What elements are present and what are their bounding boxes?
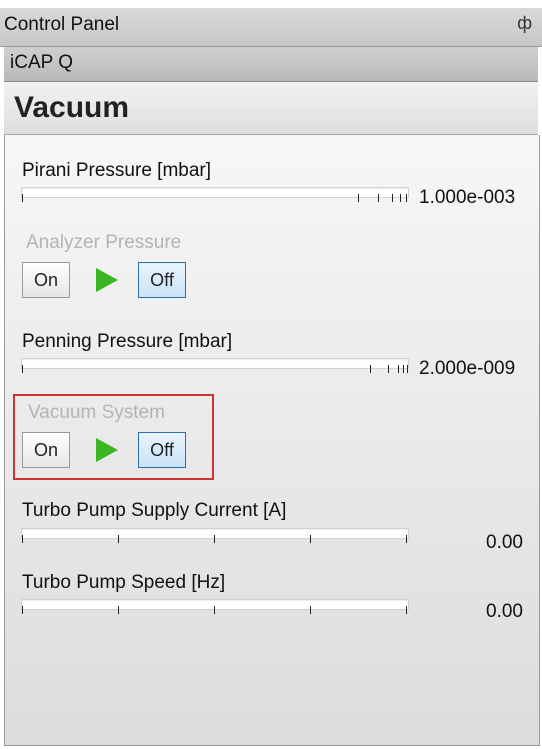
turbo-speed-label: Turbo Pump Speed [Hz] [22, 572, 226, 593]
turbo-current-value: 0.00 [486, 532, 523, 553]
gauge-tick [406, 194, 407, 202]
gauge-tick [400, 194, 401, 202]
penning-pressure-value: 2.000e-009 [419, 358, 516, 379]
gauge-tick [214, 606, 215, 614]
pirani-pressure-label: Pirani Pressure [mbar] [22, 160, 212, 181]
pirani-pressure-value: 1.000e-003 [419, 187, 516, 208]
vacuum-system-off-button[interactable]: Off [138, 432, 186, 468]
gauge-tick [22, 606, 23, 614]
gauge-tick [388, 365, 389, 373]
gauge-tick [214, 535, 215, 543]
gauge-tick [22, 194, 23, 202]
gauge-tick [118, 535, 119, 543]
gauge-tick [118, 606, 119, 614]
gauge-tick [370, 365, 371, 373]
turbo-speed-gauge [21, 599, 409, 614]
control-panel: Control Panel ф iCAP Q Vacuum Pirani Pre… [0, 0, 542, 749]
turbo-speed-value: 0.00 [486, 601, 523, 622]
turbo-current-label: Turbo Pump Supply Current [A] [22, 500, 287, 521]
pin-icon[interactable]: ф [517, 13, 532, 34]
play-arrow-icon [96, 438, 118, 462]
analyzer-off-button[interactable]: Off [138, 262, 186, 298]
gauge-tick [310, 606, 311, 614]
gauge-tick [406, 606, 407, 614]
play-arrow-icon [96, 268, 118, 292]
gauge-tick [22, 535, 23, 543]
vacuum-section-header: Vacuum [4, 82, 538, 135]
gauge-tick [310, 535, 311, 543]
panel-title-bar: Control Panel ф [0, 8, 542, 47]
penning-pressure-gauge [21, 358, 409, 373]
device-name: iCAP Q [10, 52, 74, 73]
turbo-current-gauge [21, 528, 409, 543]
gauge-tick [398, 365, 399, 373]
device-bar: iCAP Q [4, 47, 538, 82]
gauge-tick [392, 194, 393, 202]
vacuum-system-label: Vacuum System [28, 402, 165, 423]
analyzer-on-button[interactable]: On [22, 262, 70, 298]
gauge-tick [407, 365, 408, 373]
panel-title: Control Panel [4, 14, 120, 35]
analyzer-pressure-label: Analyzer Pressure [26, 232, 182, 253]
top-edge [0, 0, 542, 8]
gauge-tick [358, 194, 359, 202]
penning-pressure-label: Penning Pressure [mbar] [22, 331, 233, 352]
pirani-pressure-gauge [21, 187, 409, 202]
gauge-tick [22, 365, 23, 373]
gauge-tick [406, 535, 407, 543]
gauge-tick [403, 365, 404, 373]
section-title: Vacuum [14, 91, 130, 124]
vacuum-system-on-button[interactable]: On [22, 432, 70, 468]
gauge-tick [378, 194, 379, 202]
